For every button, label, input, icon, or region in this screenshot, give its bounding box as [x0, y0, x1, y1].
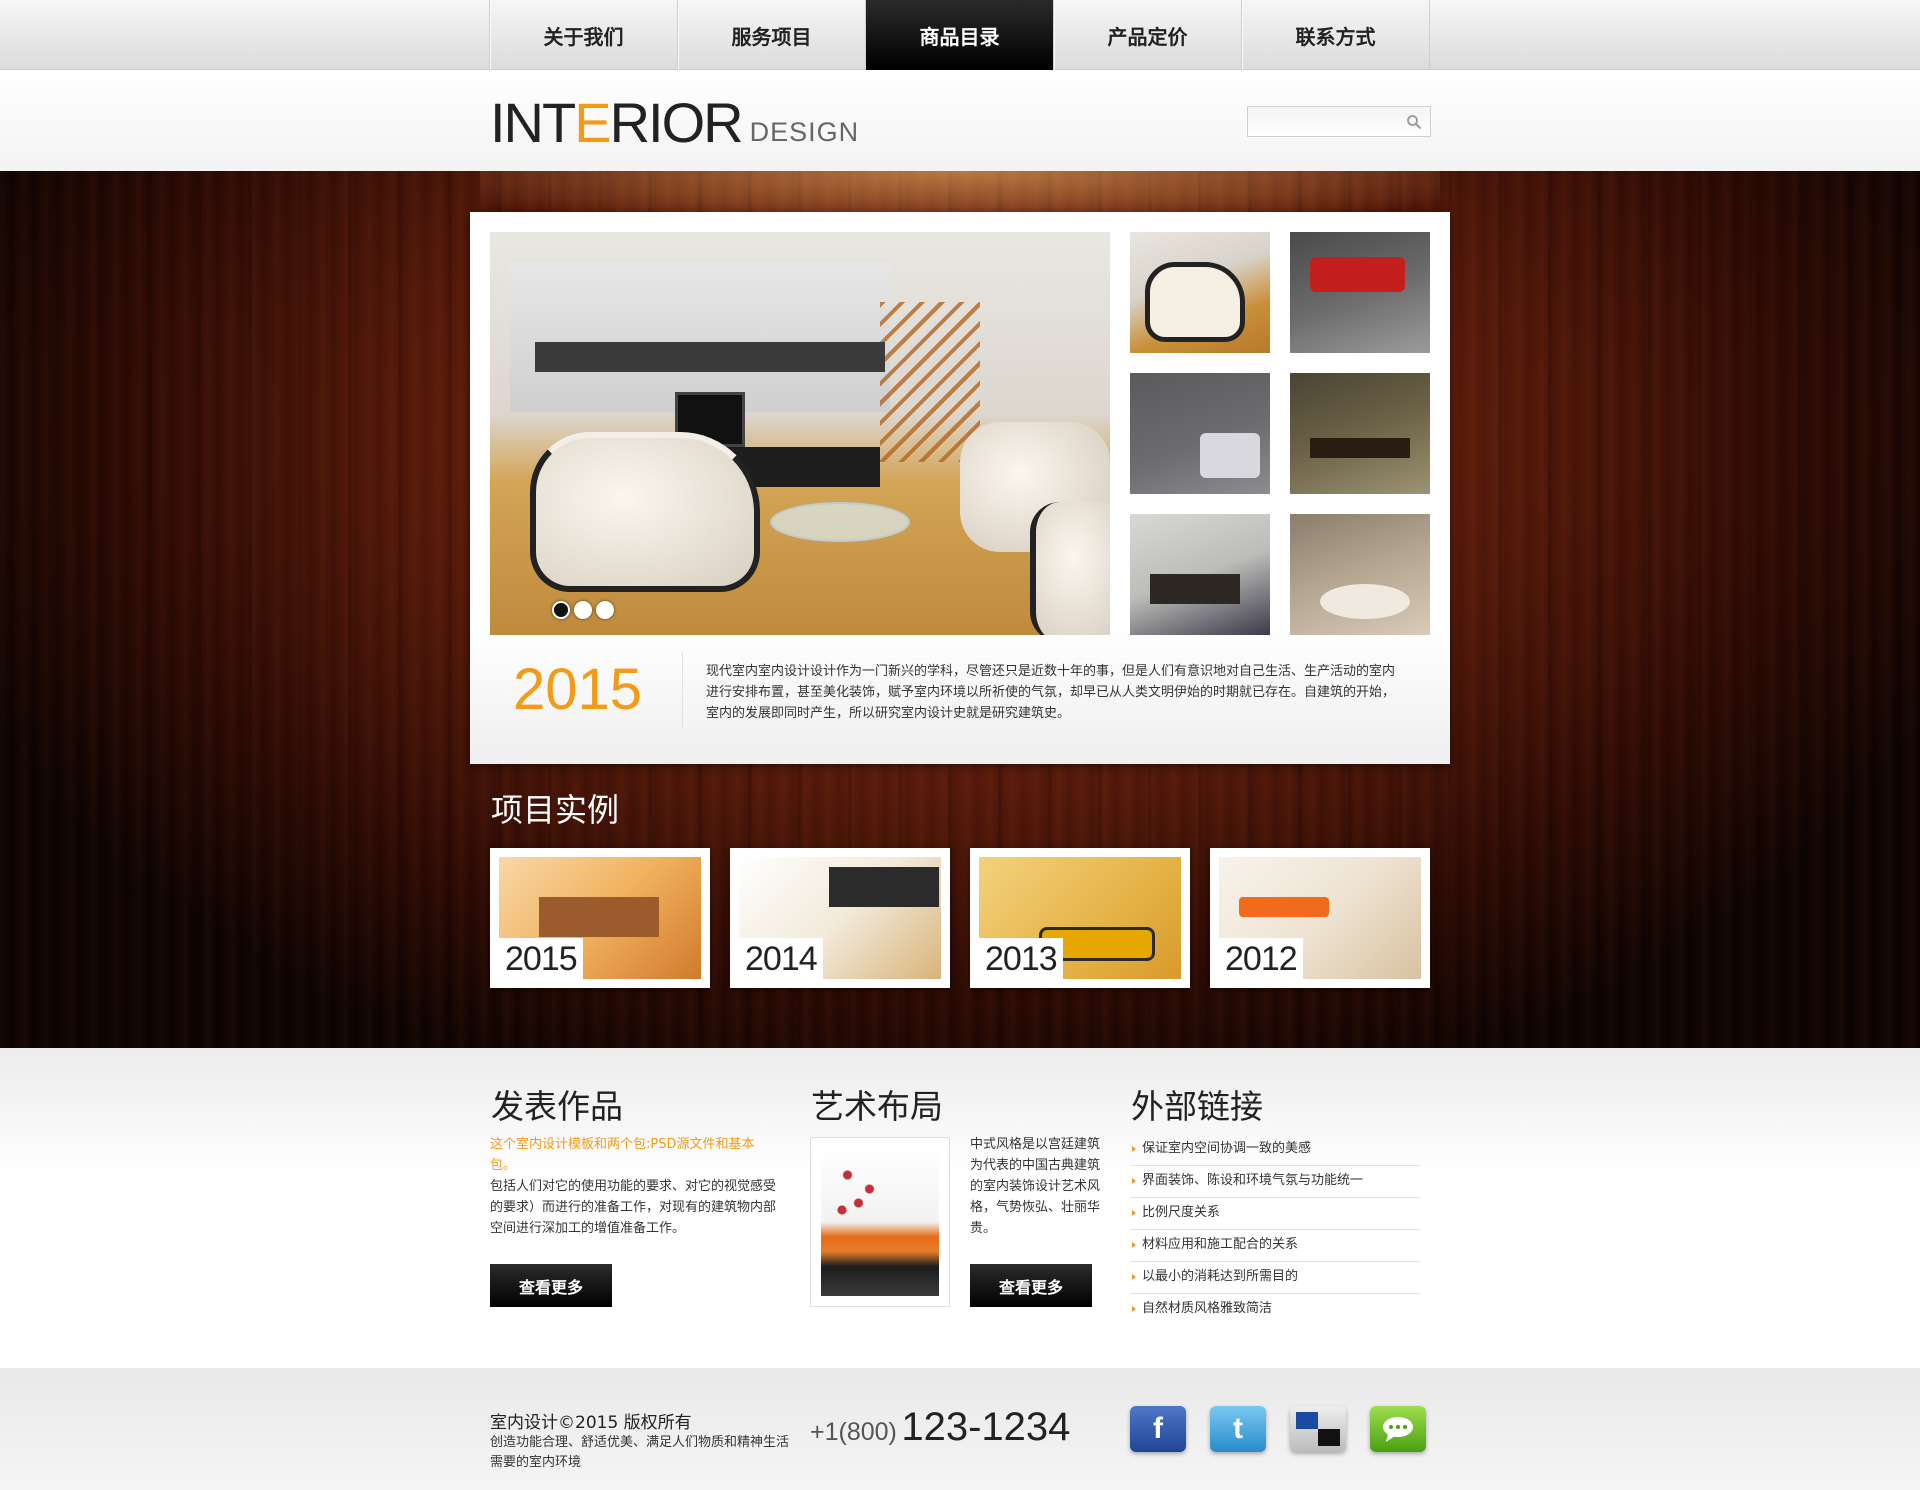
- thumbnail-2[interactable]: [1290, 232, 1430, 353]
- phone-number: +1(800) 123-1234: [810, 1405, 1071, 1449]
- search-input[interactable]: [1248, 107, 1398, 136]
- project-card-2014[interactable]: 2014: [730, 848, 950, 988]
- project-year: 2013: [979, 938, 1063, 979]
- twitter-icon[interactable]: t: [1210, 1406, 1266, 1452]
- art-layout-text: 中式风格是以宫廷建筑为代表的中国古典建筑的室内装饰设计艺术风格，气势恢弘、壮丽华…: [970, 1137, 1101, 1236]
- thumbnail-5[interactable]: [1130, 514, 1270, 635]
- thumbnail-grid: [1130, 232, 1430, 635]
- project-card-2015[interactable]: 2015: [490, 848, 710, 988]
- slider-dot-1[interactable]: [552, 601, 570, 619]
- header: INTERIOR DESIGN: [0, 71, 1920, 171]
- feature-description: 现代室内室内设计设计作为一门新兴的学科，尽管还只是近数十年的事，但是人们有意识地…: [706, 664, 1396, 721]
- logo-wordmark: INTERIOR: [490, 91, 744, 154]
- slider-dot-2[interactable]: [574, 601, 592, 619]
- thumbnail-3[interactable]: [1130, 373, 1270, 494]
- external-link[interactable]: 比例尺度关系: [1130, 1198, 1420, 1230]
- art-layout-title: 艺术布局: [811, 1087, 943, 1126]
- thumbnail-4[interactable]: [1290, 373, 1430, 494]
- art-layout-image[interactable]: [810, 1137, 950, 1307]
- top-nav: 关于我们 服务项目 商品目录 产品定价 联系方式: [0, 0, 1920, 70]
- delicious-icon[interactable]: [1290, 1406, 1346, 1452]
- project-year: 2012: [1219, 938, 1303, 979]
- search-box: [1247, 106, 1431, 137]
- thumbnail-6[interactable]: [1290, 514, 1430, 635]
- view-more-button-2[interactable]: 查看更多: [970, 1264, 1092, 1307]
- feature-panel: 2015 现代室内室内设计设计作为一门新兴的学科，尽管还只是近数十年的事，但是人…: [470, 212, 1450, 764]
- view-more-button[interactable]: 查看更多: [490, 1264, 612, 1307]
- facebook-icon[interactable]: f: [1130, 1406, 1186, 1452]
- chat-icon[interactable]: [1370, 1406, 1426, 1452]
- divider: [682, 652, 683, 730]
- external-links-list: 保证室内空间协调一致的美感 界面装饰、陈设和环境气氛与功能统一 比例尺度关系 材…: [1130, 1134, 1420, 1326]
- nav-item-catalog[interactable]: 商品目录: [866, 0, 1054, 70]
- published-works-title: 发表作品: [491, 1087, 623, 1126]
- feature-year: 2015: [513, 657, 643, 722]
- external-links-title: 外部链接: [1131, 1087, 1263, 1126]
- thumbnail-1[interactable]: [1130, 232, 1270, 353]
- external-link[interactable]: 界面装饰、陈设和环境气氛与功能统一: [1130, 1166, 1420, 1198]
- project-card-2013[interactable]: 2013: [970, 848, 1190, 988]
- nav-item-services[interactable]: 服务项目: [678, 0, 866, 70]
- nav-item-pricing[interactable]: 产品定价: [1054, 0, 1242, 70]
- slider-dot-3[interactable]: [596, 601, 614, 619]
- copyright: 室内设计©2015 版权所有: [490, 1413, 692, 1433]
- hero-slide-image[interactable]: [490, 232, 1110, 635]
- external-link[interactable]: 以最小的消耗达到所需目的: [1130, 1262, 1420, 1294]
- logo[interactable]: INTERIOR DESIGN: [490, 95, 859, 151]
- nav-menu: 关于我们 服务项目 商品目录 产品定价 联系方式: [489, 0, 1430, 70]
- external-link[interactable]: 自然材质风格雅致简洁: [1130, 1294, 1420, 1326]
- logo-subtitle: DESIGN: [749, 117, 860, 147]
- lower-section: [0, 1048, 1920, 1368]
- footer-slogan: 创造功能合理、舒适优美、满足人们物质和精神生活需要的室内环境: [490, 1435, 790, 1470]
- projects-title: 项目实例: [491, 791, 620, 829]
- published-works-text: 包括人们对它的使用功能的要求、对它的视觉感受的要求）而进行的准备工作，对现有的建…: [490, 1179, 777, 1236]
- nav-item-contact[interactable]: 联系方式: [1242, 0, 1430, 70]
- slider-dots: [552, 601, 614, 619]
- project-year: 2015: [499, 938, 583, 979]
- published-works-highlight[interactable]: 这个室内设计模板和两个包:PSD源文件和基本包。: [490, 1134, 780, 1176]
- project-year: 2014: [739, 938, 823, 979]
- external-link[interactable]: 保证室内空间协调一致的美感: [1130, 1134, 1420, 1166]
- social-links: f t: [1130, 1406, 1426, 1452]
- projects-list: 2015 2014 2013 2012: [490, 848, 1430, 988]
- project-card-2012[interactable]: 2012: [1210, 848, 1430, 988]
- external-link[interactable]: 材料应用和施工配合的关系: [1130, 1230, 1420, 1262]
- nav-item-about[interactable]: 关于我们: [490, 0, 678, 70]
- search-icon[interactable]: [1406, 114, 1422, 130]
